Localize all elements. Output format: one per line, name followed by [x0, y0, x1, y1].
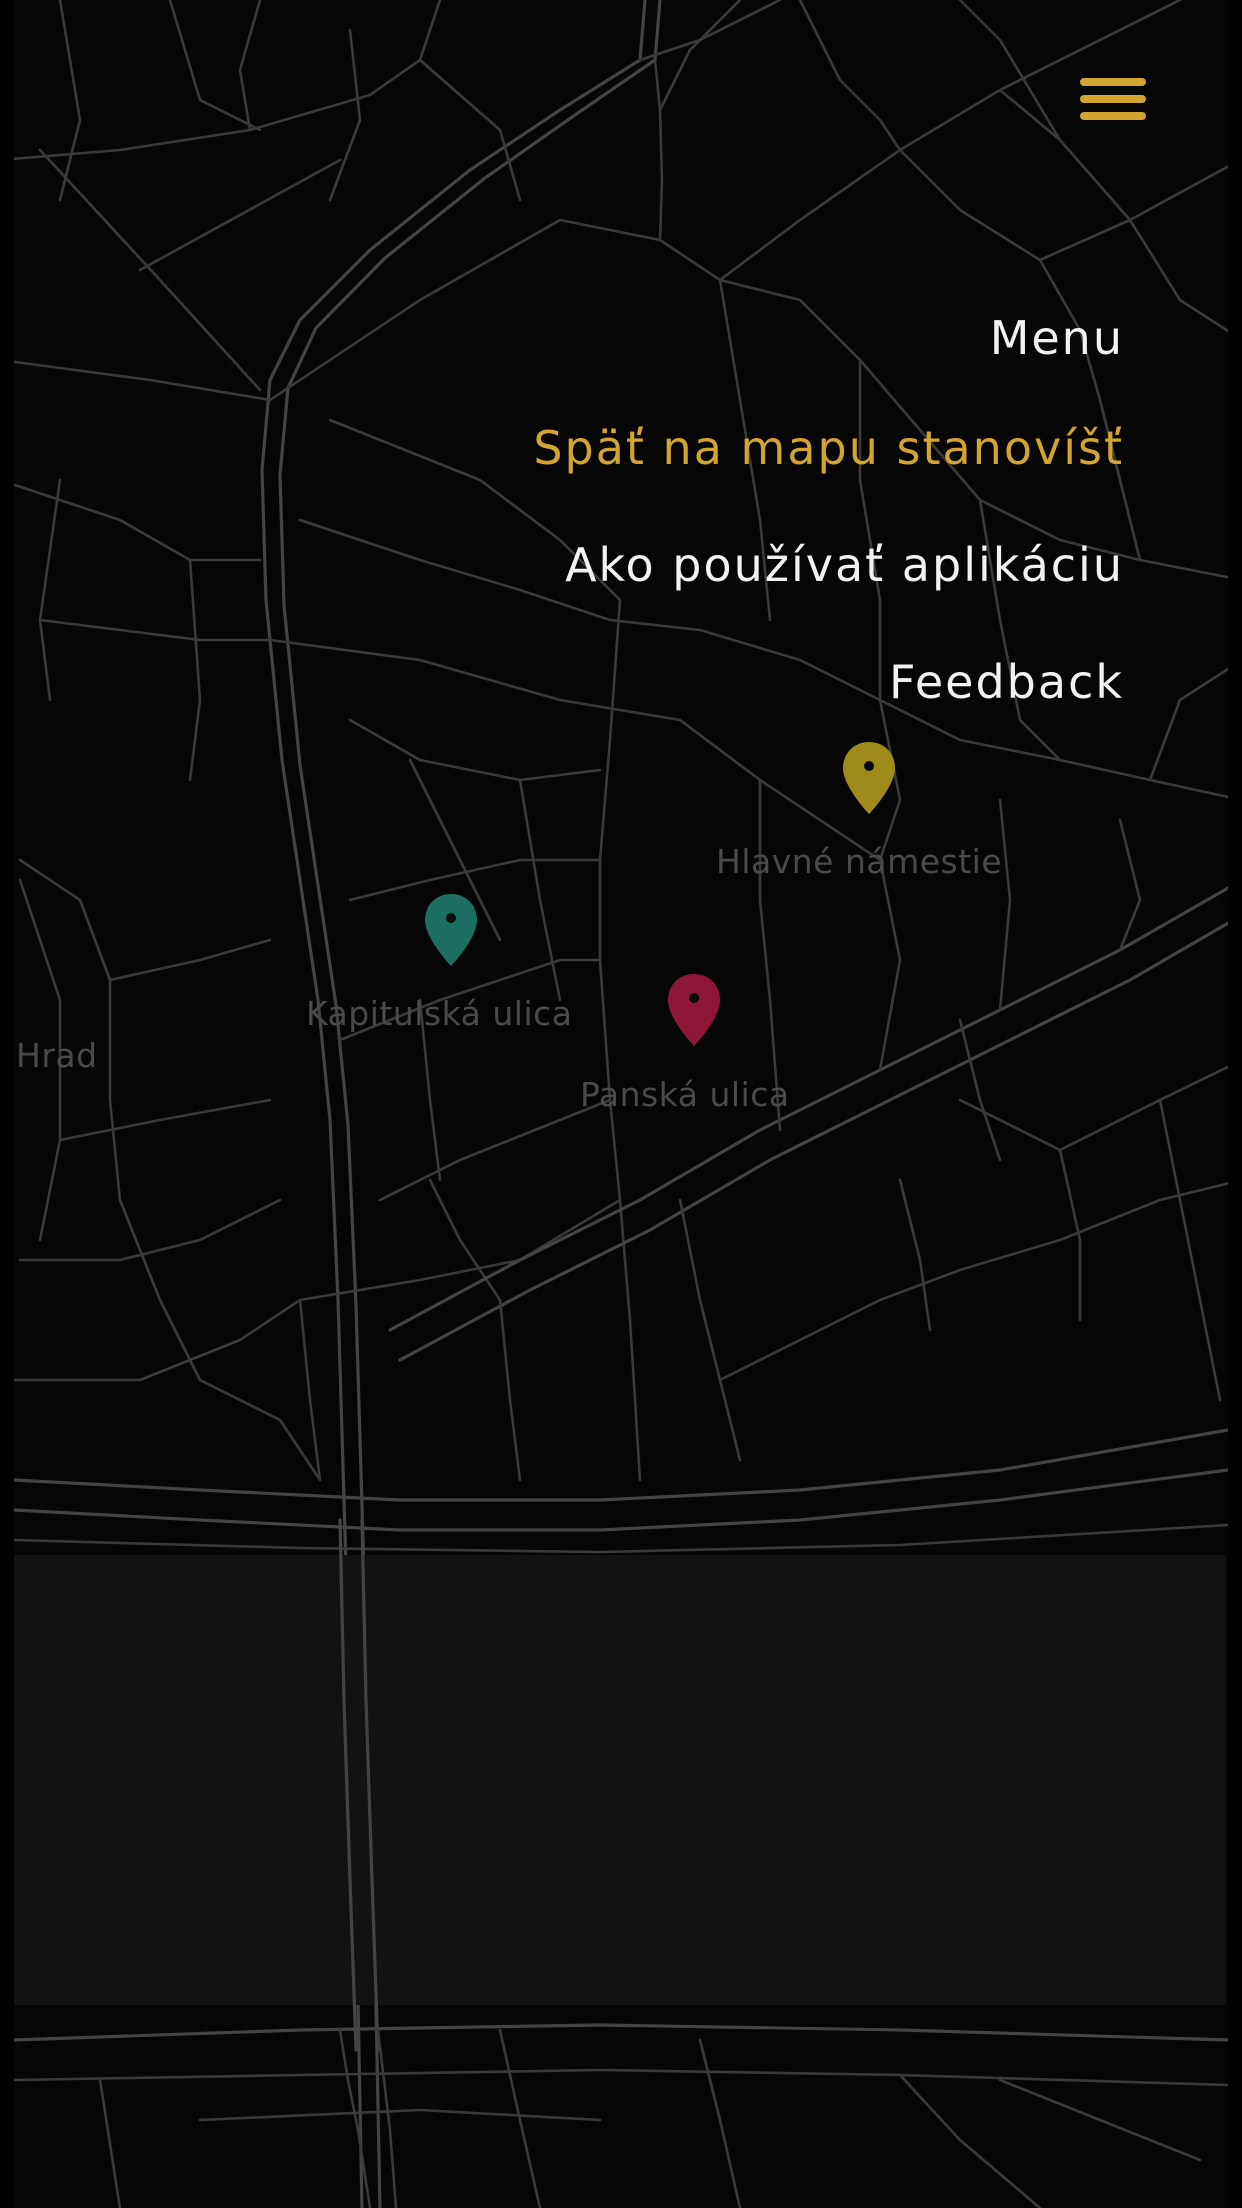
place-label-hlavne-namestie: Hlavné námestie: [716, 842, 1003, 881]
place-label-panska-ulica: Panská ulica: [580, 1075, 790, 1114]
river: [14, 1555, 1226, 2005]
menu-item-feedback[interactable]: Feedback: [533, 654, 1124, 710]
hamburger-icon-bar: [1080, 112, 1146, 120]
hamburger-icon-bar: [1080, 78, 1146, 86]
screen-edge-left: [0, 0, 14, 2208]
place-label-hrad: Hrad: [16, 1036, 98, 1075]
overlay-menu: Menu Späť na mapu stanovíšť Ako používať…: [533, 310, 1124, 710]
map-pin-icon: [668, 974, 720, 1046]
map-pin-icon: [425, 894, 477, 966]
marker-kapitulska-ulica[interactable]: [423, 892, 479, 968]
marker-hlavne-namestie[interactable]: [841, 740, 897, 816]
screen-edge-right: [1228, 0, 1242, 2208]
hamburger-icon-bar: [1080, 95, 1146, 103]
place-label-kapitulska-ulica: Kapitulská ulica: [306, 994, 573, 1033]
hamburger-menu-button[interactable]: [1076, 74, 1150, 128]
marker-panska-ulica[interactable]: [666, 972, 722, 1048]
map-pin-icon: [843, 742, 895, 814]
menu-heading: Menu: [989, 311, 1124, 365]
menu-item-back-to-map[interactable]: Späť na mapu stanovíšť: [533, 420, 1124, 476]
menu-item-how-to-use[interactable]: Ako používať aplikáciu: [533, 537, 1124, 593]
map-screen: Hlavné námestie Kapitulská ulica Panská …: [0, 0, 1242, 2208]
